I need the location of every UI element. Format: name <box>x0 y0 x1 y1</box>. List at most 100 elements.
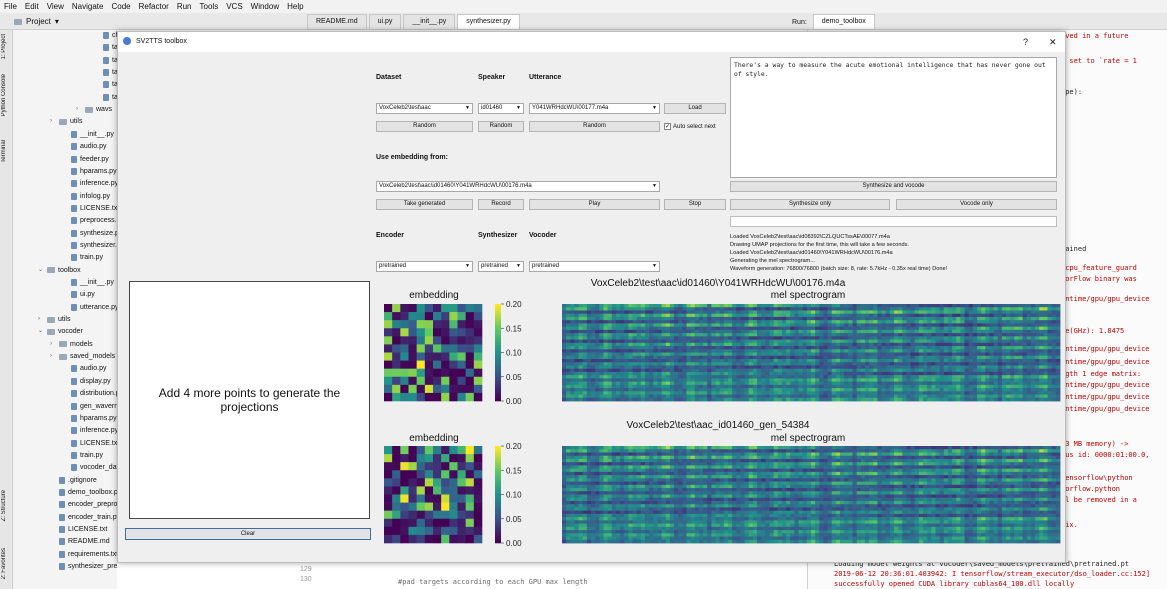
tree-file[interactable]: inference.py <box>62 425 118 436</box>
mel-cell <box>586 462 592 466</box>
menu-file[interactable]: File <box>4 0 17 13</box>
expand-arrow-icon[interactable]: › <box>76 104 82 115</box>
mel-cell <box>574 491 579 495</box>
tree-file[interactable]: distribution.py <box>62 388 120 399</box>
tree-file[interactable]: display.py <box>62 376 111 387</box>
mel-cell <box>595 520 600 524</box>
tree-folder[interactable]: › models <box>50 339 93 350</box>
terminal-tool-tab[interactable]: Terminal <box>1 140 7 163</box>
tree-file[interactable]: encoder_preprocess. <box>50 499 120 510</box>
embedding-cell <box>433 534 442 544</box>
mel-cell <box>574 449 579 453</box>
tree-file[interactable]: vocoder_dataset. <box>62 462 120 473</box>
tree-file[interactable]: demo_toolbox.py <box>50 487 120 498</box>
expand-arrow-icon[interactable]: › <box>50 351 56 362</box>
mel-cell <box>607 510 613 515</box>
tree-item-label: synthesizer_preprocess_audio.py <box>68 563 120 571</box>
tree-file[interactable]: feeder.py <box>62 154 109 165</box>
mel-cell <box>620 471 625 476</box>
mel-cell <box>615 458 621 463</box>
tree-file[interactable]: train.py <box>62 252 103 263</box>
tree-file[interactable]: synthesize.py <box>62 228 120 239</box>
tree-folder[interactable]: ⌄ toolbox <box>38 265 81 276</box>
tree-file[interactable]: hparams.py <box>62 413 117 424</box>
tree-file[interactable]: audio.py <box>62 363 106 374</box>
tree-file[interactable]: LICENSE.txt <box>62 438 119 449</box>
mel-cell <box>632 481 638 486</box>
tree-file[interactable]: gen_wavernn.py <box>62 401 120 412</box>
tree-folder[interactable]: › utils <box>38 314 70 325</box>
tree-file[interactable]: hparams.py <box>62 166 117 177</box>
run-tab[interactable]: demo_toolbox <box>812 14 875 30</box>
tree-file[interactable]: inference.py <box>62 178 118 189</box>
tree-file[interactable]: LICENSE.txt <box>50 524 107 535</box>
tree-folder[interactable]: › utils <box>50 116 82 127</box>
menu-help[interactable]: Help <box>287 0 303 13</box>
tree-file[interactable]: README.md <box>50 536 110 547</box>
tab-init[interactable]: __init__.py <box>403 14 456 30</box>
tree-file[interactable]: __init__.py <box>62 129 114 140</box>
mel-cell <box>628 526 633 531</box>
mel-cell <box>566 530 571 534</box>
tree-file[interactable]: .gitignore <box>50 475 97 486</box>
tree-file[interactable]: preprocess.py <box>62 215 120 226</box>
tree-file[interactable]: synthesizer.py <box>62 240 120 251</box>
tab-readme[interactable]: README.md <box>307 14 367 30</box>
project-header[interactable]: Project ▾ <box>14 15 59 28</box>
tree-file[interactable]: requirements.txt <box>50 549 118 560</box>
tree-file[interactable]: ui.py <box>62 289 95 300</box>
expand-arrow-icon[interactable]: › <box>50 116 56 127</box>
expand-arrow-icon[interactable]: › <box>50 339 56 350</box>
expand-arrow-icon[interactable]: ⌄ <box>38 326 44 337</box>
tab-synthesizer[interactable]: synthesizer.py <box>457 14 520 30</box>
menu-vcs[interactable]: VCS <box>226 0 242 13</box>
menu-view[interactable]: View <box>47 0 64 13</box>
tree-file[interactable]: encoder_train.py <box>50 512 120 523</box>
mel-cell <box>615 513 621 518</box>
tree-file[interactable]: train.py <box>62 450 103 461</box>
mel-cell <box>574 484 579 489</box>
mel-cell <box>591 475 596 479</box>
mel-cell <box>595 481 600 486</box>
embedding-cell <box>424 470 434 479</box>
tab-ui[interactable]: ui.py <box>368 14 402 30</box>
mel-cell <box>624 539 629 544</box>
structure-tool-tab[interactable]: Z: Structure <box>1 490 7 521</box>
mel-cell <box>607 468 613 473</box>
menu-navigate[interactable]: Navigate <box>72 0 104 13</box>
python-console-tool-tab[interactable]: Python Console <box>1 74 7 116</box>
mel-cell <box>578 488 584 492</box>
menu-edit[interactable]: Edit <box>25 0 39 13</box>
python-file-icon <box>71 155 77 163</box>
python-file-icon <box>71 241 77 249</box>
tree-file[interactable]: audio.py <box>62 141 106 152</box>
mel-cell <box>653 455 658 460</box>
mel-cell <box>632 510 638 515</box>
mel-cell <box>582 536 588 541</box>
colorbar-tick-label: 0.10 <box>506 491 522 500</box>
mel-cell <box>624 497 629 502</box>
tree-folder[interactable]: ⌄ vocoder <box>38 326 83 337</box>
mel-cell <box>640 510 646 515</box>
embedding-cell <box>465 518 475 528</box>
project-tool-tab[interactable]: 1: Project <box>1 34 7 59</box>
embedding-cell <box>424 486 434 495</box>
tree-folder[interactable]: › wavs <box>76 104 112 115</box>
tree-file[interactable]: LICENSE.txt <box>62 203 119 214</box>
menu-code[interactable]: Code <box>111 0 130 13</box>
tree-file[interactable]: __init__.py <box>62 277 114 288</box>
mel-cell <box>645 455 650 460</box>
favorites-tool-tab[interactable]: 2: Favorites <box>1 548 7 579</box>
tree-folder[interactable]: › saved_models <box>50 351 115 362</box>
menu-refactor[interactable]: Refactor <box>139 0 169 13</box>
expand-arrow-icon[interactable]: ⌄ <box>38 265 44 276</box>
expand-arrow-icon[interactable]: › <box>38 314 44 325</box>
tree-file[interactable]: utterance.py <box>62 302 119 313</box>
mel-cell <box>566 517 571 521</box>
tree-file[interactable]: infolog.py <box>62 191 110 202</box>
menu-window[interactable]: Window <box>251 0 279 13</box>
chevron-down-icon[interactable]: ▾ <box>55 15 59 28</box>
menu-tools[interactable]: Tools <box>200 0 219 13</box>
menu-run[interactable]: Run <box>177 0 192 13</box>
tree-file[interactable]: synthesizer_preprocess_audio.py <box>50 561 120 572</box>
